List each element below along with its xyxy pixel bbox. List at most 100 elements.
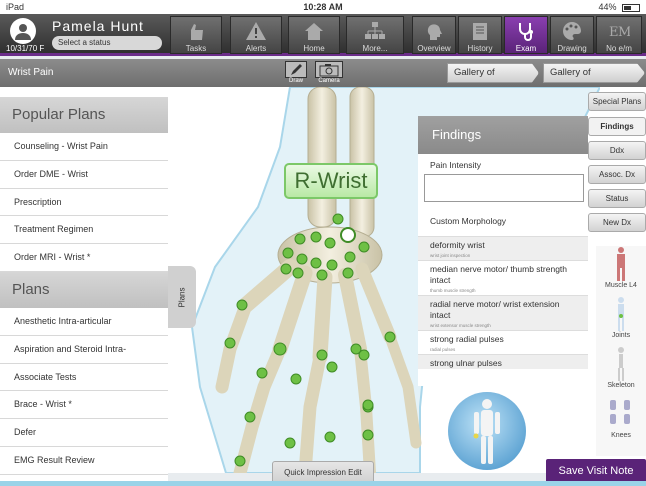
book-icon xyxy=(459,20,501,44)
tab-status[interactable]: Status xyxy=(588,189,646,208)
finding-subtext: wrist joint inspection xyxy=(430,253,471,258)
body-navigator[interactable] xyxy=(448,392,526,470)
thumbnail-label: Knees xyxy=(611,432,631,439)
tab-findings[interactable]: Findings xyxy=(588,117,646,136)
popular-plan-item[interactable]: Order DME - Wrist xyxy=(0,160,168,189)
nav-more-button[interactable]: More... xyxy=(346,16,404,54)
pain-intensity-label: Pain Intensity xyxy=(430,160,482,170)
save-visit-note-button[interactable]: Save Visit Note xyxy=(546,459,646,483)
body-figure-icon xyxy=(473,399,500,464)
finding-subtext: radial pulses xyxy=(430,347,456,352)
carrier-label: iPad xyxy=(6,2,25,12)
nav-alerts-button[interactable]: Alerts xyxy=(230,16,282,54)
popular-plans-header: Popular Plans xyxy=(0,97,168,133)
complaint-title: Wrist Pain xyxy=(8,67,54,78)
plans-panel: Popular Plans Counseling - Wrist Pain Or… xyxy=(0,97,168,481)
finding-item[interactable]: radial nerve motor/ wrist extension inta… xyxy=(418,295,588,330)
nav-overview-label: Overview xyxy=(417,44,451,53)
finding-item[interactable]: deformity wrist wrist joint inspection xyxy=(418,236,588,260)
plan-item[interactable]: Anesthetic Intra-articular xyxy=(0,307,168,336)
custom-morphology-label[interactable]: Custom Morphology xyxy=(418,202,588,236)
patient-name: Pamela Hunt xyxy=(52,18,144,34)
finding-text: strong ulnar pulses xyxy=(430,358,502,368)
nav-em-label: No e/m xyxy=(606,44,632,53)
thumbnail-label: Muscle L4 xyxy=(605,282,637,289)
head-icon xyxy=(413,20,455,44)
nav-tasks-label: Tasks xyxy=(185,44,207,53)
selected-joint-marker[interactable] xyxy=(340,227,356,243)
popular-plan-item[interactable]: Order MRI - Wrist * xyxy=(0,244,168,272)
warning-icon xyxy=(231,20,281,44)
plan-item[interactable]: Aspiration and Steroid Intra- xyxy=(0,335,168,364)
pain-intensity-field[interactable] xyxy=(424,174,584,202)
patient-status-select[interactable]: Select a status xyxy=(52,36,162,50)
nav-exam-button[interactable]: Exam xyxy=(504,16,548,54)
finding-text: median nerve motor/ thumb strength intac… xyxy=(430,264,568,285)
context-bar: Wrist Pain Draw Camera Gallery of Findin… xyxy=(0,59,646,87)
finding-item[interactable]: strong ulnar pulses xyxy=(418,354,588,369)
thumbnail-knees[interactable]: Knees xyxy=(596,396,646,446)
gallery-of-impressions-button[interactable]: Gallery of Impressions xyxy=(543,63,645,83)
plan-item[interactable]: Brace - Wrist * xyxy=(0,391,168,420)
popular-plan-item[interactable]: Treatment Regimen xyxy=(0,216,168,245)
nav-drawing-label: Drawing xyxy=(557,44,587,53)
knees-icon xyxy=(610,400,630,424)
plans-tab-label: Plans xyxy=(177,286,187,308)
nav-tasks-button[interactable]: Tasks xyxy=(170,16,222,54)
stethoscope-icon xyxy=(505,20,547,44)
tab-special-plans[interactable]: Special Plans xyxy=(588,92,646,111)
plans-header: Plans xyxy=(0,271,168,308)
bottom-strip xyxy=(0,481,646,486)
nav-more-label: More... xyxy=(362,44,388,53)
plan-item[interactable]: Defer xyxy=(0,419,168,447)
thumbnail-skeleton[interactable]: Skeleton xyxy=(596,346,646,396)
draw-label: Draw xyxy=(288,78,303,84)
nav-overview-button[interactable]: Overview xyxy=(412,16,456,54)
gallery-of-findings-button[interactable]: Gallery of Findings xyxy=(447,63,539,83)
palette-icon xyxy=(551,20,593,44)
nav-home-button[interactable]: Home xyxy=(288,16,340,54)
nav-alerts-label: Alerts xyxy=(245,44,267,53)
plan-item[interactable]: Associate Tests xyxy=(0,363,168,392)
muscle-figure-icon xyxy=(617,247,625,281)
battery-indicator: 44% xyxy=(598,2,640,12)
camera-label: Camera xyxy=(318,78,340,84)
plan-item[interactable]: EMG Result Review xyxy=(0,446,168,475)
home-icon xyxy=(289,20,339,44)
popular-plan-item[interactable]: Prescription xyxy=(0,188,168,217)
region-label: R-Wrist xyxy=(284,163,378,199)
findings-header: Findings xyxy=(418,116,588,154)
nav-home-label: Home xyxy=(303,44,325,53)
thumbnail-label: Skeleton xyxy=(607,382,635,389)
finding-item[interactable]: median nerve motor/ thumb strength intac… xyxy=(418,260,588,295)
finding-text: strong radial pulses xyxy=(430,334,504,344)
avatar[interactable] xyxy=(10,18,36,44)
svg-text:M: M xyxy=(618,25,630,40)
pencil-icon xyxy=(285,61,307,78)
nav-em-button[interactable]: EM No e/m xyxy=(596,16,642,54)
finding-text: deformity wrist xyxy=(430,240,485,250)
tab-new-dx[interactable]: New Dx xyxy=(588,213,646,232)
hand-icon xyxy=(171,20,221,44)
em-icon: EM xyxy=(597,20,641,44)
patient-header[interactable]: 10/31/70 F Pamela Hunt Select a status xyxy=(4,16,164,54)
nav-exam-label: Exam xyxy=(515,44,537,53)
top-navigation: 10/31/70 F Pamela Hunt Select a status T… xyxy=(0,14,646,56)
tab-ddx[interactable]: Ddx xyxy=(588,141,646,160)
battery-percent: 44% xyxy=(598,2,617,12)
tab-assoc-dx[interactable]: Assoc. Dx xyxy=(588,165,646,184)
view-thumbnails: Muscle L4 Joints Skeleton Knees xyxy=(596,246,646,456)
finding-item[interactable]: strong radial pulses radial pulses xyxy=(418,330,588,354)
findings-panel: Findings Pain Intensity Custom Morpholog… xyxy=(418,116,588,386)
org-chart-icon xyxy=(347,20,403,44)
thumbnail-joints[interactable]: Joints xyxy=(596,296,646,346)
thumbnail-muscle[interactable]: Muscle L4 xyxy=(596,246,646,296)
clock: 10:28 AM xyxy=(303,2,343,12)
battery-icon xyxy=(622,3,640,12)
plans-drawer-tab[interactable]: Plans xyxy=(168,266,196,328)
nav-drawing-button[interactable]: Drawing xyxy=(550,16,594,54)
popular-plan-item[interactable]: Counseling - Wrist Pain xyxy=(0,133,168,161)
camera-tool[interactable]: Camera xyxy=(314,61,344,84)
nav-history-button[interactable]: History xyxy=(458,16,502,54)
draw-tool[interactable]: Draw xyxy=(284,61,308,84)
